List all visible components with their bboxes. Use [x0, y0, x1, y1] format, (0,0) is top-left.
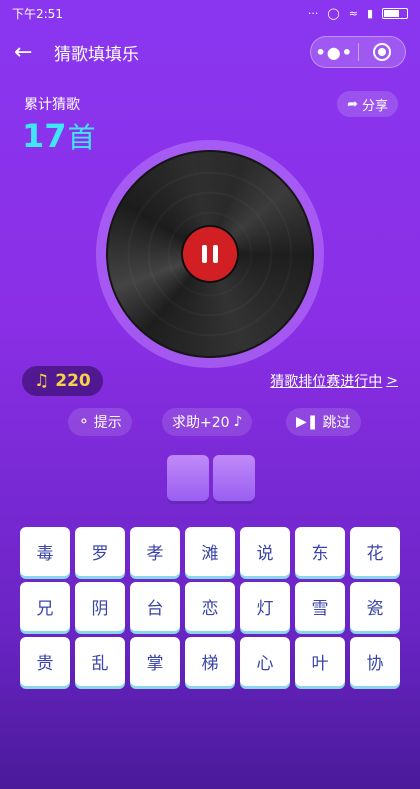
character-key[interactable]: 心 — [240, 637, 290, 686]
mini-program-capsule: •●• — [310, 36, 406, 68]
answer-slot[interactable] — [213, 455, 255, 501]
skip-button[interactable]: ▶❚ 跳过 — [286, 408, 361, 436]
character-key[interactable]: 孝 — [130, 527, 180, 576]
ranking-label: 猜歌排位赛进行中 — [270, 374, 383, 390]
signal-icon: ▮ — [366, 6, 373, 20]
character-key[interactable]: 贵 — [20, 637, 70, 686]
alarm-icon: ◯ — [327, 6, 340, 20]
status-icons: ··· ◯ ≈ ▮ — [308, 7, 408, 20]
page-title: 猜歌填填乐 — [54, 44, 139, 65]
character-key[interactable]: 滩 — [185, 527, 235, 576]
character-key[interactable]: 叶 — [295, 637, 345, 686]
character-key[interactable]: 恋 — [185, 582, 235, 631]
help-label: 求助+20 — [172, 415, 230, 431]
status-bar: 下午2:51 ··· ◯ ≈ ▮ — [0, 0, 420, 26]
skip-label: 跳过 — [322, 415, 351, 431]
skip-icon: ▶❚ — [296, 414, 319, 430]
more-dots-icon: ··· — [307, 6, 319, 20]
hint-label: 提示 — [93, 415, 122, 431]
character-key[interactable]: 说 — [240, 527, 290, 576]
total-guessed-count: 17 首 — [22, 116, 96, 156]
lightbulb-icon: ⚬ — [78, 414, 90, 430]
pause-icon — [199, 245, 221, 263]
coin-balance: ♫ 220 — [22, 366, 103, 396]
character-key[interactable]: 花 — [350, 527, 400, 576]
character-key[interactable]: 乱 — [75, 637, 125, 686]
share-button[interactable]: ➦ 分享 — [337, 91, 398, 117]
nav-bar: ← 猜歌填填乐 •●• — [0, 30, 420, 74]
more-menu-button[interactable]: •●• — [311, 43, 358, 62]
coin-value: 220 — [55, 371, 91, 391]
character-key[interactable]: 兄 — [20, 582, 70, 631]
share-icon: ➦ — [347, 96, 358, 112]
character-keyboard: 毒 罗 孝 滩 说 东 花 兄 阴 台 恋 灯 雪 瓷 贵 乱 掌 梯 心 叶 … — [20, 527, 400, 686]
back-arrow-icon[interactable]: ← — [14, 40, 40, 65]
wifi-icon: ≈ — [348, 6, 358, 20]
character-key[interactable]: 雪 — [295, 582, 345, 631]
total-guessed-label: 累计猜歌 — [24, 97, 80, 113]
status-time: 下午2:51 — [12, 6, 63, 21]
character-key[interactable]: 梯 — [185, 637, 235, 686]
hint-button[interactable]: ⚬ 提示 — [68, 408, 132, 436]
ranking-link[interactable]: 猜歌排位赛进行中 > — [270, 371, 398, 391]
help-button[interactable]: 求助+20 ♪ — [162, 408, 253, 436]
action-row: ⚬ 提示 求助+20 ♪ ▶❚ 跳过 — [0, 408, 420, 436]
music-note-icon: ♫ — [34, 371, 50, 391]
pause-button[interactable] — [183, 227, 237, 281]
character-key[interactable]: 罗 — [75, 527, 125, 576]
battery-icon — [382, 7, 408, 19]
share-label: 分享 — [361, 98, 388, 114]
character-key[interactable]: 阴 — [75, 582, 125, 631]
character-key[interactable]: 台 — [130, 582, 180, 631]
character-key[interactable]: 灯 — [240, 582, 290, 631]
answer-slot[interactable] — [167, 455, 209, 501]
count-unit: 首 — [67, 121, 96, 154]
chevron-right-icon: > — [386, 373, 398, 389]
character-key[interactable]: 瓷 — [350, 582, 400, 631]
character-key[interactable]: 协 — [350, 637, 400, 686]
target-icon — [372, 43, 391, 61]
character-key[interactable]: 毒 — [20, 527, 70, 576]
count-number: 17 — [22, 117, 67, 155]
character-key[interactable]: 掌 — [130, 637, 180, 686]
close-program-button[interactable] — [358, 43, 405, 61]
music-note-icon: ♪ — [233, 414, 243, 430]
character-key[interactable]: 东 — [295, 527, 345, 576]
